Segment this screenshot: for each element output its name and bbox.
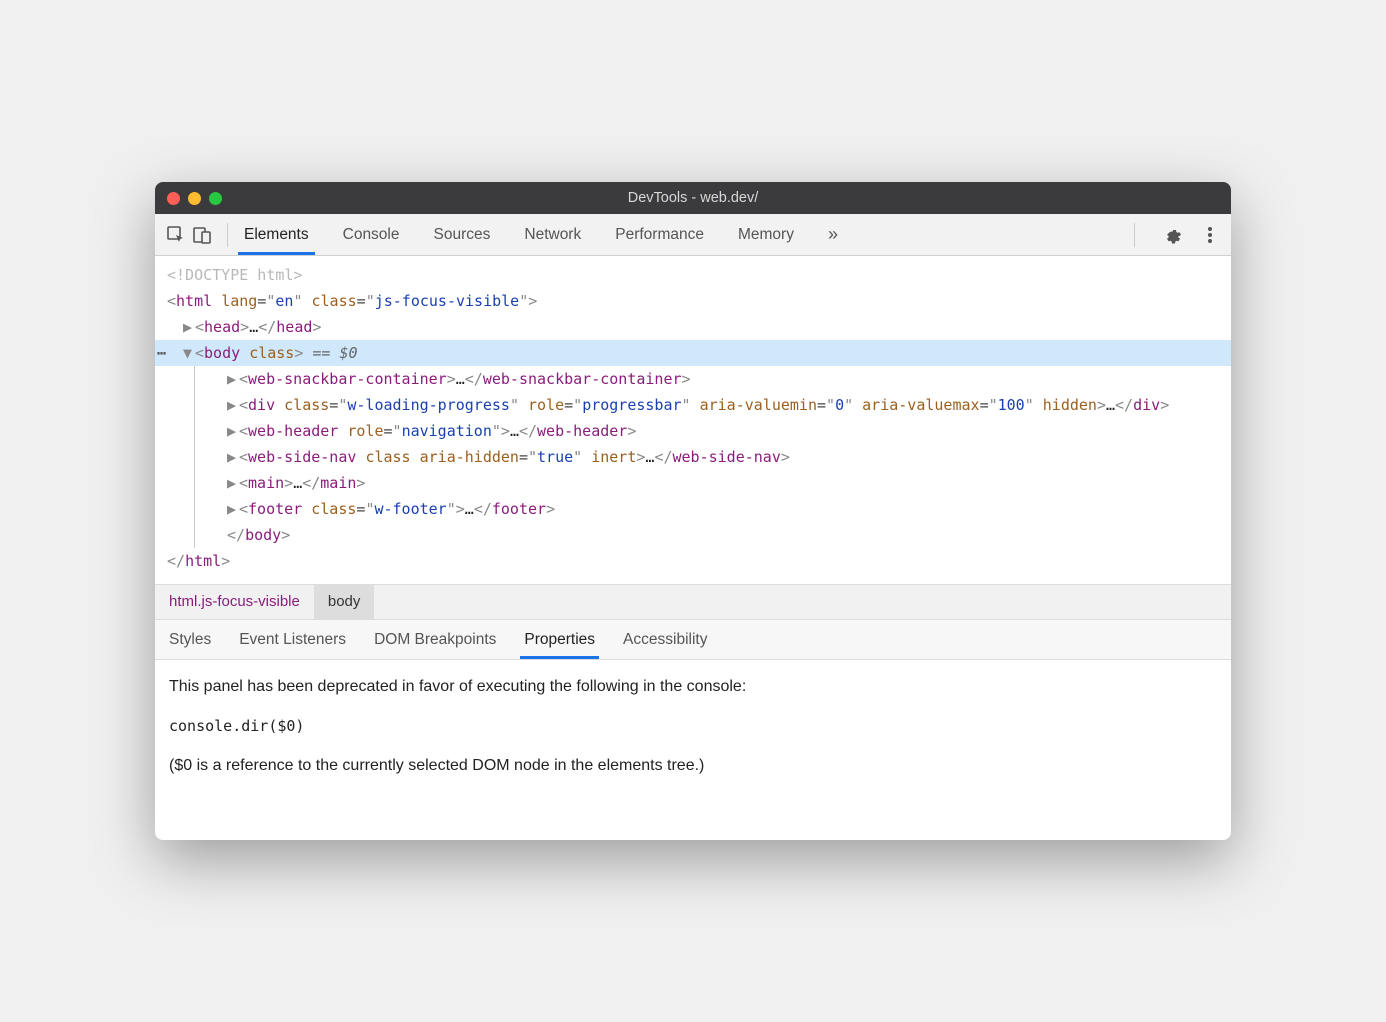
device-toggle-icon[interactable]	[191, 224, 213, 246]
selection-indicator-icon: ⋯	[157, 340, 167, 366]
dom-child-snackbar[interactable]: ▶<web-snackbar-container>…</web-snackbar…	[215, 366, 1231, 392]
dom-child-footer[interactable]: ▶<footer class="w-footer">…</footer>	[215, 496, 1231, 522]
sidebar-tabs: Styles Event Listeners DOM Breakpoints P…	[155, 620, 1231, 660]
expand-arrow-icon[interactable]: ▶	[227, 444, 239, 470]
toolbar-right	[1124, 223, 1221, 247]
breadcrumb-item-html[interactable]: html.js-focus-visible	[155, 585, 314, 619]
dom-html-open[interactable]: <html lang="en" class="js-focus-visible"…	[155, 288, 1231, 314]
deprecation-code: console.dir($0)	[169, 714, 1217, 739]
dom-body-children: ▶<web-snackbar-container>…</web-snackbar…	[194, 366, 1231, 548]
breadcrumb-item-body[interactable]: body	[314, 585, 375, 619]
dom-child-progress[interactable]: ▶<div class="w-loading-progress" role="p…	[215, 392, 1231, 418]
titlebar: DevTools - web.dev/	[155, 182, 1231, 214]
tab-performance[interactable]: Performance	[613, 216, 706, 254]
toolbar-separator	[227, 223, 228, 247]
toolbar-separator	[1134, 223, 1135, 247]
expand-arrow-icon[interactable]: ▶	[227, 366, 239, 392]
dom-child-sidenav[interactable]: ▶<web-side-nav class aria-hidden="true" …	[215, 444, 1231, 470]
panel-tabs: Elements Console Sources Network Perform…	[242, 214, 840, 255]
kebab-menu-icon[interactable]	[1199, 224, 1221, 246]
tab-elements[interactable]: Elements	[242, 216, 311, 254]
tab-memory[interactable]: Memory	[736, 216, 796, 254]
dom-doctype[interactable]: <!DOCTYPE html>	[155, 262, 1231, 288]
inspect-element-icon[interactable]	[165, 224, 187, 246]
deprecation-message-1: This panel has been deprecated in favor …	[169, 674, 1217, 700]
maximize-window-button[interactable]	[209, 192, 222, 205]
dom-html-close[interactable]: </html>	[155, 548, 1231, 574]
main-toolbar: Elements Console Sources Network Perform…	[155, 214, 1231, 256]
dom-breadcrumb: html.js-focus-visible body	[155, 584, 1231, 620]
expand-arrow-icon[interactable]: ▶	[227, 496, 239, 522]
properties-panel: This panel has been deprecated in favor …	[155, 660, 1231, 840]
devtools-window: DevTools - web.dev/ Elements Console Sou…	[155, 182, 1231, 840]
dom-tree[interactable]: <!DOCTYPE html> <html lang="en" class="j…	[155, 256, 1231, 584]
minimize-window-button[interactable]	[188, 192, 201, 205]
tab-sources[interactable]: Sources	[432, 216, 493, 254]
tab-network[interactable]: Network	[522, 216, 583, 254]
dom-body-close[interactable]: </body>	[215, 522, 1231, 548]
close-window-button[interactable]	[167, 192, 180, 205]
dom-child-main[interactable]: ▶<main>…</main>	[215, 470, 1231, 496]
dom-child-header[interactable]: ▶<web-header role="navigation">…</web-he…	[215, 418, 1231, 444]
window-title: DevTools - web.dev/	[155, 190, 1231, 206]
tab-console[interactable]: Console	[341, 216, 402, 254]
subtab-accessibility[interactable]: Accessibility	[623, 622, 707, 658]
settings-gear-icon[interactable]	[1161, 224, 1183, 246]
expand-arrow-icon[interactable]: ▶	[227, 392, 239, 418]
subtab-properties[interactable]: Properties	[524, 622, 595, 658]
subtab-styles[interactable]: Styles	[169, 622, 211, 658]
collapse-arrow-icon[interactable]: ▼	[183, 340, 195, 366]
expand-arrow-icon[interactable]: ▶	[183, 314, 195, 340]
expand-arrow-icon[interactable]: ▶	[227, 418, 239, 444]
dom-head[interactable]: ▶<head>…</head>	[155, 314, 1231, 340]
window-controls	[167, 192, 222, 205]
subtab-dom-breakpoints[interactable]: DOM Breakpoints	[374, 622, 496, 658]
expand-arrow-icon[interactable]: ▶	[227, 470, 239, 496]
tab-overflow[interactable]: »	[826, 214, 840, 255]
subtab-event-listeners[interactable]: Event Listeners	[239, 622, 346, 658]
dom-body-open[interactable]: ⋯▼<body class> == $0	[155, 340, 1231, 366]
deprecation-message-2: ($0 is a reference to the currently sele…	[169, 753, 1217, 779]
